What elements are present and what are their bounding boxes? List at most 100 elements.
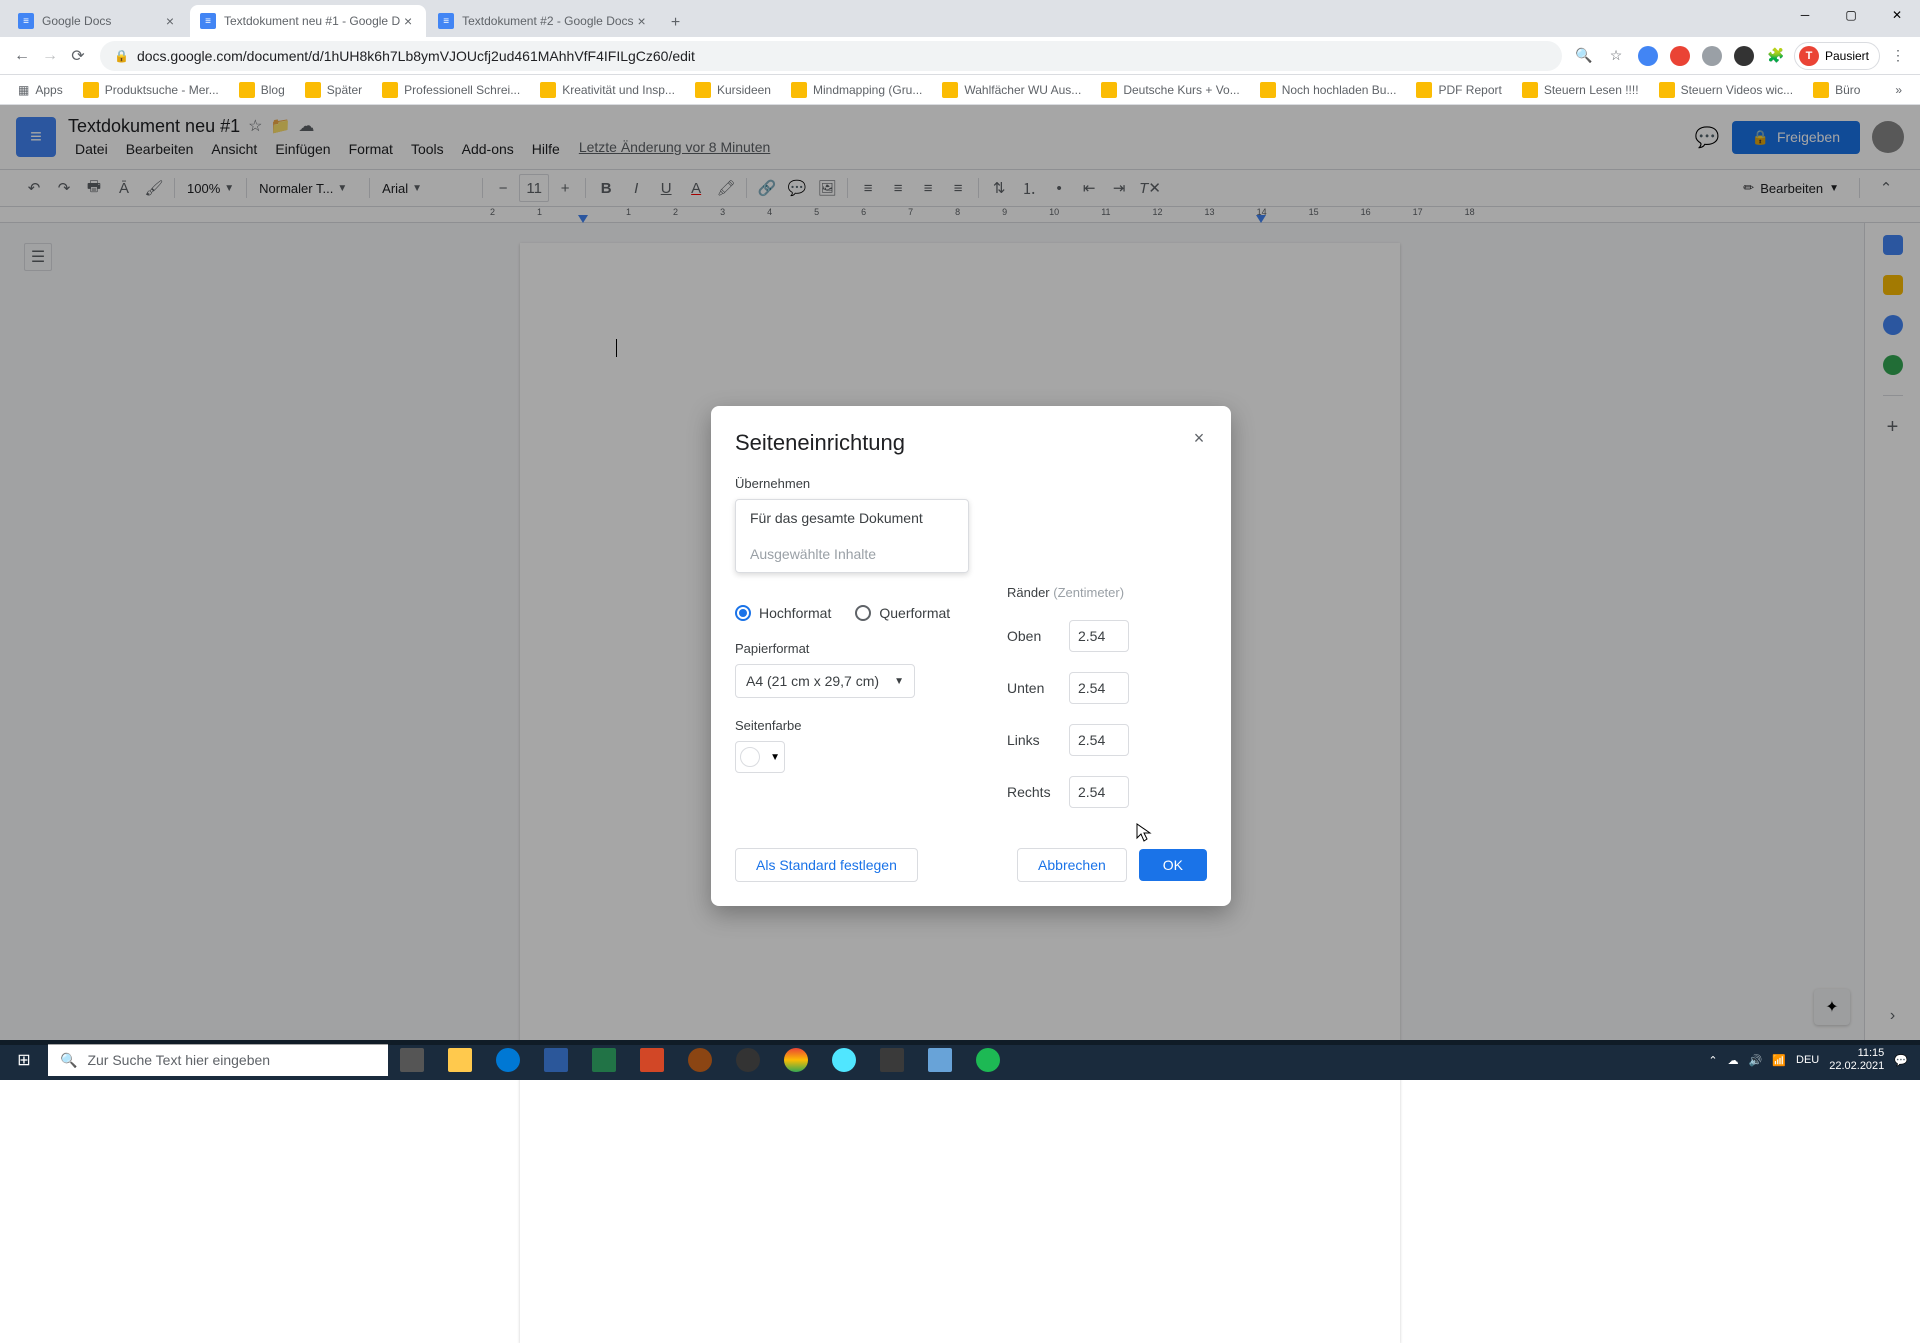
tab-title: Textdokument #2 - Google Docs bbox=[462, 14, 633, 28]
zoom-icon[interactable]: 🔍 bbox=[1570, 42, 1598, 70]
margin-left-input[interactable] bbox=[1069, 724, 1129, 756]
spotify-icon[interactable] bbox=[964, 1040, 1012, 1080]
bookmark-item[interactable]: PDF Report bbox=[1410, 78, 1507, 102]
close-icon[interactable]: × bbox=[634, 13, 650, 29]
browser-tab-strip: ≡ Google Docs × ≡ Textdokument neu #1 - … bbox=[0, 0, 1920, 37]
language-indicator[interactable]: DEU bbox=[1796, 1054, 1819, 1066]
bookmarks-overflow[interactable]: » bbox=[1889, 79, 1908, 101]
bookmark-item[interactable]: Steuern Lesen !!!! bbox=[1516, 78, 1645, 102]
bookmark-item[interactable]: Blog bbox=[233, 78, 291, 102]
bookmark-item[interactable]: Deutsche Kurs + Vo... bbox=[1095, 78, 1245, 102]
edge-app-icon[interactable] bbox=[820, 1040, 868, 1080]
extension-icon[interactable] bbox=[1666, 42, 1694, 70]
folder-icon bbox=[695, 82, 711, 98]
browser-tab-active[interactable]: ≡ Textdokument neu #1 - Google D × bbox=[190, 5, 426, 37]
start-button[interactable]: ⊞ bbox=[0, 1040, 48, 1080]
folder-icon bbox=[239, 82, 255, 98]
close-icon[interactable]: × bbox=[400, 13, 416, 29]
lock-icon: 🔒 bbox=[114, 49, 129, 63]
bookmark-item[interactable]: Kreativität und Insp... bbox=[534, 78, 681, 102]
new-tab-button[interactable]: + bbox=[662, 9, 690, 37]
bookmark-item[interactable]: Noch hochladen Bu... bbox=[1254, 78, 1403, 102]
search-placeholder: Zur Suche Text hier eingeben bbox=[87, 1052, 270, 1068]
bookmark-item[interactable]: Produktsuche - Mer... bbox=[77, 78, 225, 102]
bookmark-item[interactable]: Mindmapping (Gru... bbox=[785, 78, 928, 102]
dialog-close-button[interactable]: × bbox=[1187, 426, 1211, 450]
reload-button[interactable]: ⟳ bbox=[64, 42, 92, 70]
extension-icon[interactable] bbox=[1698, 42, 1726, 70]
set-as-default-button[interactable]: Als Standard festlegen bbox=[735, 848, 918, 882]
docs-favicon: ≡ bbox=[200, 13, 216, 29]
powerpoint-icon[interactable] bbox=[628, 1040, 676, 1080]
close-icon[interactable]: × bbox=[162, 13, 178, 29]
margin-right-input[interactable] bbox=[1069, 776, 1129, 808]
notifications-icon[interactable]: 💬 bbox=[1894, 1054, 1908, 1067]
address-bar: ← → ⟳ 🔒 docs.google.com/document/d/1hUH8… bbox=[0, 37, 1920, 75]
docs-favicon: ≡ bbox=[438, 13, 454, 29]
folder-icon bbox=[942, 82, 958, 98]
browser-tab[interactable]: ≡ Google Docs × bbox=[8, 5, 188, 37]
dropdown-option-selected-content: Ausgewählte Inhalte bbox=[736, 536, 968, 572]
taskbar-search[interactable]: 🔍 Zur Suche Text hier eingeben bbox=[48, 1044, 388, 1076]
windows-taskbar: ⊞ 🔍 Zur Suche Text hier eingeben ⌃ ☁ 🔊 📶… bbox=[0, 1040, 1920, 1080]
dropdown-option-whole-document[interactable]: Für das gesamte Dokument bbox=[736, 500, 968, 536]
folder-icon bbox=[1416, 82, 1432, 98]
bookmark-item[interactable]: Später bbox=[299, 78, 368, 102]
bookmark-item[interactable]: Steuern Videos wic... bbox=[1653, 78, 1800, 102]
orientation-portrait-radio[interactable]: Hochformat bbox=[735, 605, 831, 621]
orientation-landscape-radio[interactable]: Querformat bbox=[855, 605, 950, 621]
bookmark-item[interactable]: Büro bbox=[1807, 78, 1866, 102]
bookmark-item[interactable]: Professionell Schrei... bbox=[376, 78, 526, 102]
folder-icon bbox=[1813, 82, 1829, 98]
bookmark-star-icon[interactable]: ☆ bbox=[1602, 42, 1630, 70]
app-icon[interactable] bbox=[868, 1040, 916, 1080]
app-icon[interactable] bbox=[676, 1040, 724, 1080]
apps-shortcut[interactable]: ▦Apps bbox=[12, 79, 69, 101]
url-text: docs.google.com/document/d/1hUH8k6h7Lb8y… bbox=[137, 48, 695, 64]
extension-icon[interactable] bbox=[1634, 42, 1662, 70]
bookmark-item[interactable]: Kursideen bbox=[689, 78, 777, 102]
page-color-select[interactable]: ▼ bbox=[735, 741, 785, 773]
chrome-menu-icon[interactable]: ⋮ bbox=[1884, 42, 1912, 70]
folder-icon bbox=[83, 82, 99, 98]
paper-size-select[interactable]: A4 (21 cm x 29,7 cm) ▼ bbox=[735, 664, 915, 698]
profile-chip[interactable]: T Pausiert bbox=[1794, 42, 1880, 70]
cancel-button[interactable]: Abbrechen bbox=[1017, 848, 1127, 882]
extension-icon[interactable] bbox=[1730, 42, 1758, 70]
ok-button[interactable]: OK bbox=[1139, 849, 1207, 881]
notepad-icon[interactable] bbox=[916, 1040, 964, 1080]
margin-bottom-label: Unten bbox=[1007, 680, 1057, 696]
obs-icon[interactable] bbox=[724, 1040, 772, 1080]
margin-bottom-input[interactable] bbox=[1069, 672, 1129, 704]
file-explorer-icon[interactable] bbox=[436, 1040, 484, 1080]
system-tray: ⌃ ☁ 🔊 📶 DEU 11:15 22.02.2021 💬 bbox=[1708, 1047, 1920, 1073]
forward-button[interactable]: → bbox=[36, 42, 64, 70]
onedrive-icon[interactable]: ☁ bbox=[1728, 1054, 1739, 1067]
margins-label: Ränder (Zentimeter) bbox=[1007, 585, 1207, 600]
bookmark-item[interactable]: Wahlfächer WU Aus... bbox=[936, 78, 1087, 102]
folder-icon bbox=[1522, 82, 1538, 98]
edge-icon[interactable] bbox=[484, 1040, 532, 1080]
browser-tab[interactable]: ≡ Textdokument #2 - Google Docs × bbox=[428, 5, 659, 37]
folder-icon bbox=[1101, 82, 1117, 98]
margin-top-label: Oben bbox=[1007, 628, 1057, 644]
chevron-down-icon: ▼ bbox=[770, 752, 780, 763]
clock[interactable]: 11:15 22.02.2021 bbox=[1829, 1047, 1884, 1073]
tray-chevron-icon[interactable]: ⌃ bbox=[1708, 1054, 1717, 1067]
color-swatch bbox=[740, 747, 760, 767]
excel-icon[interactable] bbox=[580, 1040, 628, 1080]
page-color-label: Seitenfarbe bbox=[735, 718, 1007, 733]
wifi-icon[interactable]: 📶 bbox=[1772, 1054, 1786, 1067]
close-window-button[interactable]: ✕ bbox=[1874, 0, 1920, 30]
extensions-menu-icon[interactable]: 🧩 bbox=[1762, 42, 1790, 70]
back-button[interactable]: ← bbox=[8, 42, 36, 70]
folder-icon bbox=[1659, 82, 1675, 98]
task-view-button[interactable] bbox=[388, 1040, 436, 1080]
maximize-button[interactable]: ▢ bbox=[1828, 0, 1874, 30]
word-icon[interactable] bbox=[532, 1040, 580, 1080]
margin-top-input[interactable] bbox=[1069, 620, 1129, 652]
volume-icon[interactable]: 🔊 bbox=[1749, 1054, 1763, 1067]
minimize-button[interactable]: ─ bbox=[1782, 0, 1828, 30]
chrome-icon[interactable] bbox=[772, 1040, 820, 1080]
url-input[interactable]: 🔒 docs.google.com/document/d/1hUH8k6h7Lb… bbox=[100, 41, 1562, 71]
